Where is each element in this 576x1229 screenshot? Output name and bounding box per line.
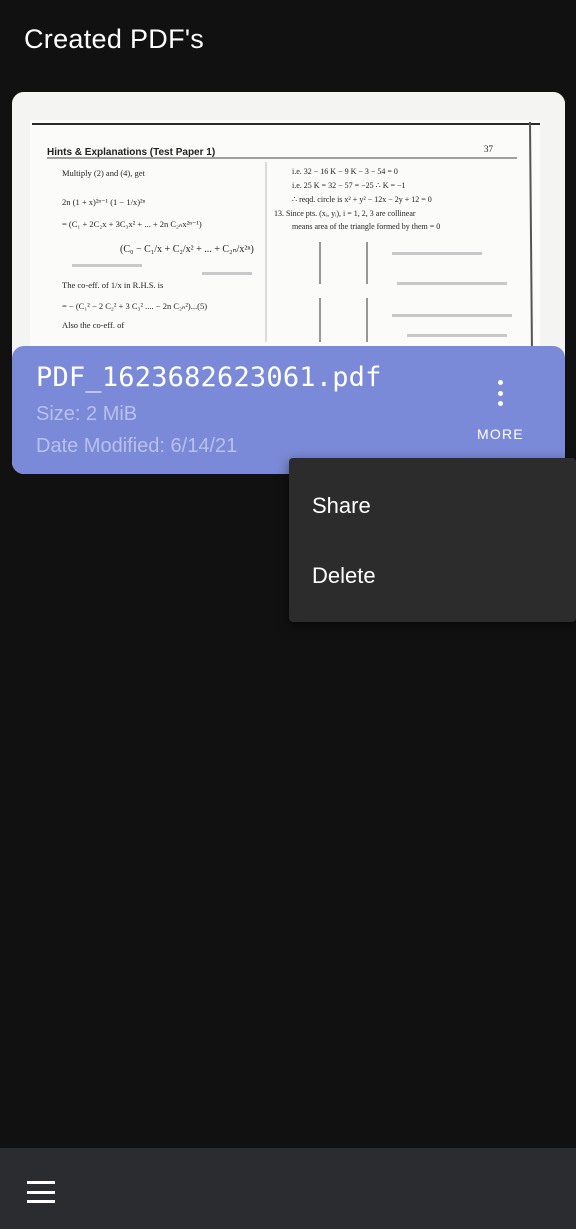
overflow-menu: Share Delete	[289, 458, 576, 622]
thumb-left-line: 2n (1 + x)²ⁿ⁻¹ (1 − 1/x)²ⁿ	[62, 197, 146, 207]
page-title: Created PDF's	[24, 24, 205, 54]
thumb-right-line: ∴ reqd. circle is x² + y² − 12x − 2y + 1…	[292, 195, 432, 204]
thumb-heading: Hints & Explanations (Test Paper 1)	[47, 147, 215, 158]
pdf-thumbnail[interactable]: 37 Hints & Explanations (Test Paper 1) M…	[12, 92, 565, 354]
thumb-left-line: = (C₁ + 2C₂x + 3C₃x² + ... + 2n C₂ₙx²ⁿ⁻¹…	[62, 219, 202, 229]
thumb-left-line: The co-eff. of 1/x in R.H.S. is	[62, 280, 163, 290]
file-date-modified: Date Modified: 6/14/21	[36, 435, 238, 457]
thumb-right-line: 13. Since pts. (xᵢ, yᵢ), i = 1, 2, 3 are…	[274, 209, 416, 218]
thumb-left-line: Multiply (2) and (4), get	[62, 168, 145, 178]
thumb-left-line: = − (C₁² − 2 C₂² + 3 C₃² .... − 2n C₂ₙ²)…	[62, 301, 207, 311]
pdf-info-panel[interactable]: PDF_1623682623061.pdf Size: 2 MiB Date M…	[12, 346, 565, 474]
more-vert-icon[interactable]	[486, 376, 514, 410]
hamburger-menu-icon[interactable]	[27, 1181, 55, 1203]
menu-item-delete[interactable]: Delete	[289, 541, 576, 611]
menu-item-share[interactable]: Share	[289, 471, 576, 541]
file-name: PDF_1623682623061.pdf	[36, 362, 382, 393]
thumb-left-line: Also the co-eff. of	[62, 320, 124, 330]
more-button[interactable]: MORE	[477, 426, 524, 442]
thumb-right-line: i.e. 32 − 16 K − 9 K − 3 − 54 = 0	[292, 167, 398, 176]
pdf-thumbnail-image: 37 Hints & Explanations (Test Paper 1) M…	[30, 120, 540, 354]
thumb-left-line: (C₀ − C₁/x + C₂/x² + ... + C₂ₙ/x²ⁿ)	[120, 244, 254, 255]
bottom-navigation-bar	[0, 1148, 576, 1229]
thumb-right-line: i.e. 25 K = 32 − 57 = −25 ∴ K = −1	[292, 181, 406, 190]
pdf-card[interactable]: 37 Hints & Explanations (Test Paper 1) M…	[12, 92, 565, 474]
thumb-page-number: 37	[484, 144, 494, 154]
thumb-right-line: means area of the triangle formed by the…	[292, 222, 440, 231]
file-size: Size: 2 MiB	[36, 403, 138, 425]
